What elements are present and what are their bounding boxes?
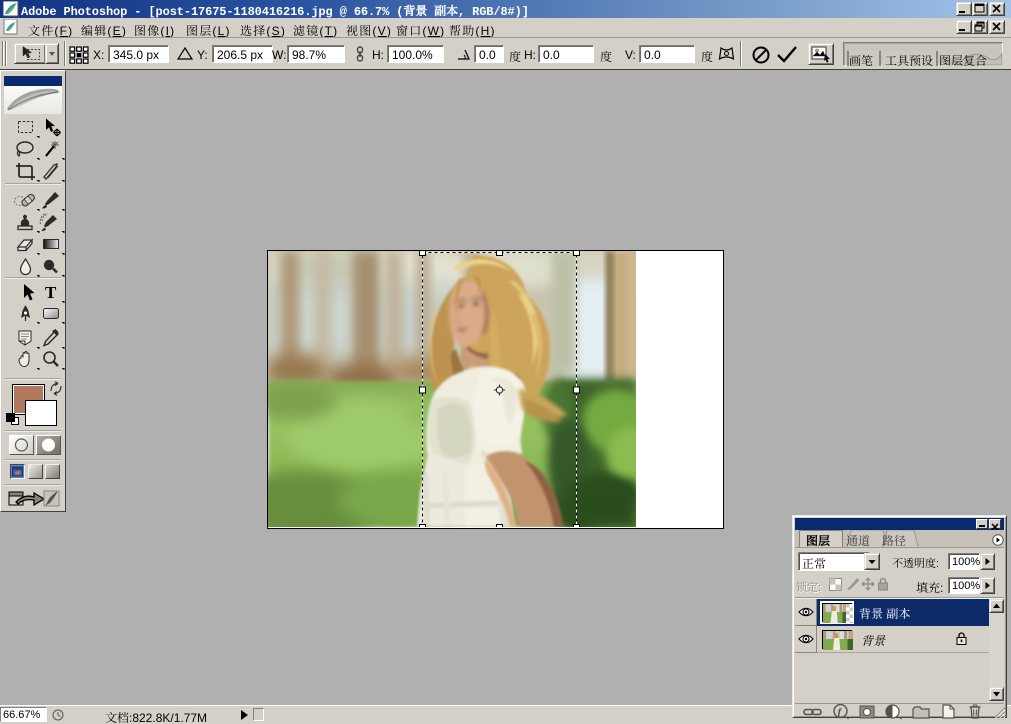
svg-text:T: T [45, 283, 57, 302]
